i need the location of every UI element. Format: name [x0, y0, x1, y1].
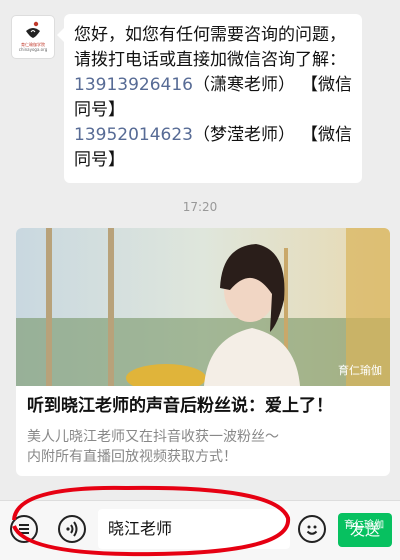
- emoji-button[interactable]: [298, 515, 326, 543]
- voice-icon: [66, 521, 78, 537]
- list-menu-icon: [19, 524, 29, 534]
- corner-watermark: 育仁瑜伽: [344, 520, 384, 531]
- article-thumbnail: [16, 228, 390, 386]
- article-desc-line: 美人儿晓江老师又在抖音收获一波粉丝～: [27, 429, 279, 445]
- thumbnail-watermark: 育仁瑜伽: [338, 364, 382, 377]
- article-title[interactable]: 听到晓江老师的声音后粉丝说：爱上了！: [27, 394, 380, 418]
- voice-button[interactable]: [58, 515, 86, 543]
- account-avatar[interactable]: 育仁瑜伽学院 chinayoga.org: [12, 16, 54, 58]
- message-line: 您好，如您有任何需要咨询的问题，: [74, 25, 346, 45]
- message-bubble: 您好，如您有任何需要咨询的问题， 请拨打电话或直接加微信咨询了解： 139139…: [57, 14, 362, 183]
- contact-name: （梦滢老师）: [192, 125, 295, 145]
- message-input[interactable]: 晓江老师: [98, 509, 290, 549]
- chat-input-bar: 晓江老师 发送 育仁瑜伽: [0, 500, 400, 560]
- contact-name: （潇寒老师）: [192, 75, 295, 95]
- article-description: 美人儿晓江老师又在抖音收获一波粉丝～ 内附所有直播回放视频获取方式！: [27, 427, 380, 467]
- phone-link[interactable]: 13952014623: [74, 125, 193, 145]
- message-line: 请拨打电话或直接加微信咨询了解：: [74, 50, 346, 70]
- contact-row: 13952014623（梦滢老师） 【微信: [74, 123, 352, 148]
- article-card[interactable]: 育仁瑜伽 听到晓江老师的声音后粉丝说：爱上了！ 美人儿晓江老师又在抖音收获一波粉…: [16, 228, 390, 476]
- emoji-icon: [306, 525, 318, 535]
- message-timestamp: 17:20: [182, 200, 218, 214]
- phone-link[interactable]: 13913926416: [74, 75, 193, 95]
- contact-tag: 【微信: [301, 75, 352, 95]
- menu-button[interactable]: [10, 515, 38, 543]
- contact-row: 13913926416（潇寒老师） 【微信: [74, 73, 352, 98]
- contact-tag-cont: 同号】: [74, 100, 125, 120]
- article-desc-line: 内附所有直播回放视频获取方式！: [27, 449, 237, 465]
- contact-tag-cont: 同号】: [74, 150, 125, 170]
- avatar-logo-url: chinayoga.org: [18, 47, 48, 52]
- contact-tag: 【微信: [301, 125, 352, 145]
- yoga-logo-icon: [26, 21, 40, 38]
- send-button[interactable]: 发送 育仁瑜伽: [338, 513, 392, 547]
